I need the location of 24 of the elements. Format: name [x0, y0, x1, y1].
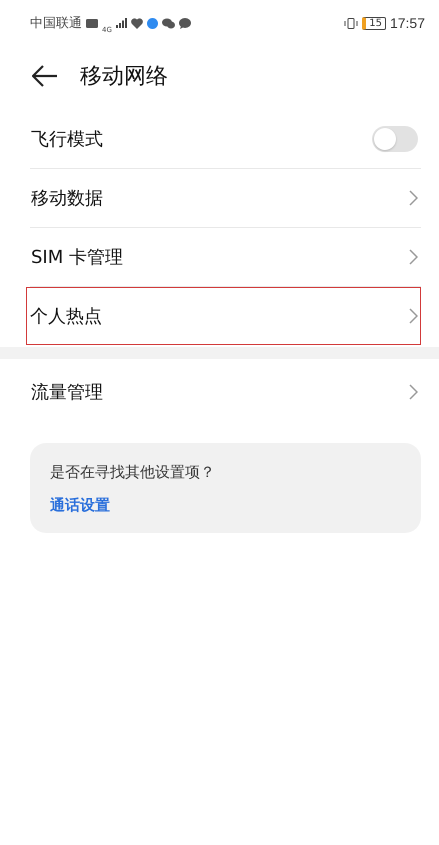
back-icon[interactable] [32, 65, 58, 87]
clock: 17:57 [390, 15, 425, 31]
chat-icon [162, 18, 175, 28]
page-title: 移动网络 [80, 63, 168, 91]
settings-row[interactable]: SIM 卡管理 [30, 228, 421, 286]
app-icon [146, 18, 158, 28]
carrier-name: 中国联通 [30, 15, 82, 32]
message-icon [178, 18, 191, 28]
heart-icon [130, 18, 143, 28]
toggle-switch[interactable] [372, 126, 418, 152]
settings-row[interactable]: 飞行模式 [30, 110, 421, 168]
chevron-right-icon [409, 384, 418, 400]
chevron-right-icon [409, 249, 418, 265]
battery-level: 15 [362, 16, 386, 30]
hd-icon [86, 18, 98, 28]
vibrate-icon [344, 18, 358, 28]
settings-row[interactable]: 个人热点 [26, 287, 421, 345]
settings-row[interactable]: 移动数据 [30, 169, 421, 227]
suggestion-question: 是否在寻找其他设置项？ [50, 463, 216, 482]
signal-icon [116, 18, 127, 28]
settings-row[interactable]: 流量管理 [30, 363, 421, 421]
chevron-right-icon [409, 308, 418, 324]
chevron-right-icon [409, 190, 418, 206]
call-settings-link[interactable]: 通话设置 [50, 496, 110, 515]
